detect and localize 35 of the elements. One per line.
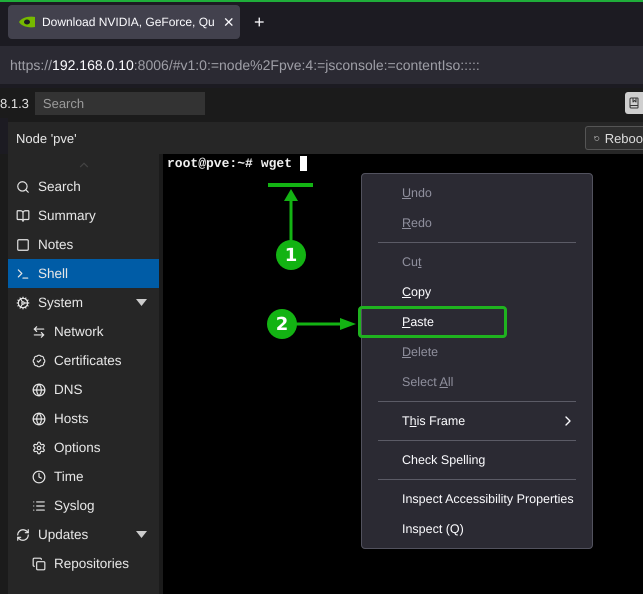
sidebar-item[interactable]: Search: [8, 172, 159, 201]
new-tab-button[interactable]: +: [254, 13, 265, 31]
sidebar-item[interactable]: Syslog: [8, 491, 159, 520]
tab-title: Download NVIDIA, GeForce, Qu: [42, 15, 216, 29]
menu-item[interactable]: This Frame: [362, 406, 592, 436]
sidebar-item[interactable]: Hosts: [8, 404, 159, 433]
command-text: wget: [260, 156, 292, 171]
cursor: [300, 156, 308, 171]
book-icon: [628, 97, 640, 109]
sidebar-item[interactable]: Updates: [8, 520, 159, 549]
close-tab-button[interactable]: ×: [223, 13, 234, 31]
docs-button[interactable]: [625, 92, 643, 114]
version-text: 8.1.3: [0, 96, 29, 110]
eye-logo-icon: [18, 16, 36, 28]
search-field[interactable]: Search: [34, 92, 205, 114]
menu-item[interactable]: Copy: [362, 277, 592, 307]
browser-tab[interactable]: Download NVIDIA, GeForce, Qu ×: [8, 5, 240, 39]
sidebar-item[interactable]: Notes: [8, 230, 159, 259]
menu-item[interactable]: Check Spelling: [362, 445, 592, 475]
node-title: Node 'pve': [16, 130, 78, 146]
sidebar-item[interactable]: Network: [8, 317, 159, 346]
sidebar-item[interactable]: Certificates: [8, 346, 159, 375]
sidebar-item[interactable]: Summary: [8, 201, 159, 230]
sidebar-item[interactable]: System: [8, 288, 159, 317]
sidebar-item[interactable]: Repositories: [8, 549, 159, 578]
sidebar-item[interactable]: Time: [8, 462, 159, 491]
prompt-text: root@pve:~#: [167, 156, 253, 171]
sidebar-item[interactable]: Shell: [8, 259, 159, 288]
sidebar-item[interactable]: Options: [8, 433, 159, 462]
menu-item[interactable]: Inspect (Q): [362, 514, 592, 544]
menu-item[interactable]: Inspect Accessibility Properties: [362, 484, 592, 514]
reboot-button[interactable]: Reboo: [585, 126, 643, 150]
sidebar-item[interactable]: DNS: [8, 375, 159, 404]
arrow-right-annotation: [296, 316, 358, 332]
menu-item[interactable]: Paste: [362, 307, 592, 337]
